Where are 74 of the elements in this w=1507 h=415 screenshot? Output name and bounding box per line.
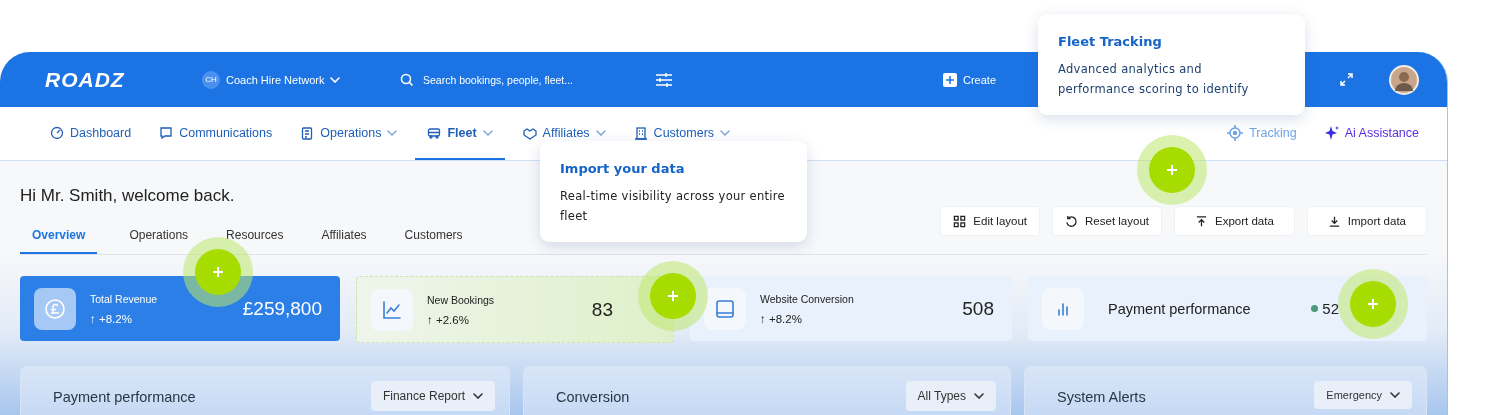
stat-title: Payment performance — [1108, 300, 1251, 317]
stat-change: ↑ +2.6% — [427, 313, 470, 326]
stat-change: ↑ +8.2% — [760, 312, 803, 325]
filter-sliders-icon[interactable] — [655, 71, 673, 88]
filter-dropdown[interactable]: Finance Report — [370, 381, 495, 411]
chevron-down-icon — [720, 129, 731, 136]
layout-action-button[interactable]: Edit layout — [940, 206, 1041, 236]
line-chart-icon — [381, 298, 403, 321]
chevron-down-icon — [330, 76, 341, 83]
nav-tab[interactable]: Operations — [290, 107, 408, 160]
bus-icon — [427, 125, 442, 140]
nav-tab[interactable]: Dashboard — [40, 107, 142, 160]
chevron-down-icon — [473, 393, 483, 399]
welcome-heading: Hi Mr. Smith, welcome back. — [20, 186, 235, 206]
nav-tab[interactable]: Affiliates — [512, 107, 616, 160]
plus-icon — [1166, 164, 1178, 176]
stat-change: ↑ +8.2% — [90, 312, 133, 325]
layout-action-button[interactable]: Reset layout — [1052, 206, 1162, 236]
tooltip-title: Fleet Tracking — [1058, 34, 1163, 49]
nav-tab[interactable]: Customers — [623, 107, 741, 160]
nav-tab[interactable]: Fleet — [415, 107, 505, 160]
expand-icon[interactable] — [1340, 73, 1353, 86]
filter-dropdown[interactable]: Emergency — [1314, 381, 1412, 409]
workspace-avatar: CH — [202, 70, 220, 89]
clipboard-icon — [300, 125, 315, 140]
filter-dropdown[interactable]: All Types — [905, 381, 996, 411]
search-icon — [400, 72, 414, 87]
section-tab[interactable]: Overview — [20, 222, 98, 254]
chevron-down-icon — [595, 129, 606, 136]
tooltip-text: Real-time visibility across your entire fleet — [560, 188, 786, 225]
sparkle-icon — [1324, 125, 1339, 140]
plus-icon — [1367, 298, 1379, 310]
chevron-down-icon — [1390, 392, 1400, 398]
section-tab[interactable]: Affiliates — [309, 222, 379, 254]
user-avatar[interactable] — [1389, 64, 1419, 95]
building-icon — [633, 125, 648, 140]
grid-icon — [953, 214, 967, 228]
section-tab[interactable]: Customers — [392, 222, 475, 254]
layout-action-button[interactable]: Import data — [1306, 206, 1427, 236]
panel-title: Payment performance — [53, 389, 196, 405]
plus-square-icon — [943, 72, 957, 87]
chevron-down-icon — [974, 393, 984, 399]
tooltip-text: Advanced analytics and performance scoring to identify — [1058, 61, 1250, 98]
download-icon — [1327, 214, 1341, 228]
section-tab[interactable]: Operations — [117, 222, 201, 254]
stat-title: Total Revenue — [90, 292, 158, 305]
crosshair-icon — [1227, 124, 1244, 141]
plus-icon — [212, 266, 224, 278]
layout-action-button[interactable]: Export data — [1174, 206, 1295, 236]
chevron-down-icon — [387, 129, 398, 136]
stat-value: 83 — [591, 298, 614, 321]
chat-icon — [159, 125, 174, 140]
search-field[interactable]: Search bookings, people, fleet... — [423, 73, 573, 86]
logo[interactable]: ROADZ — [45, 67, 202, 92]
plus-icon — [667, 290, 679, 302]
pound-icon — [44, 297, 66, 320]
workspace-name[interactable]: Coach Hire Network — [226, 73, 325, 86]
ai-assistance-link[interactable]: Ai Assistance — [1314, 107, 1429, 160]
panel-title: System Alerts — [1057, 389, 1146, 405]
reset-icon — [1065, 214, 1079, 228]
stat-value: £259,800 — [242, 297, 323, 320]
dashboard-icon — [50, 125, 64, 140]
tooltip-title: Import your data — [560, 161, 686, 176]
panel-title: Conversion — [556, 389, 630, 405]
stat-value: 52 — [1322, 300, 1339, 317]
stat-title: Website Conversion — [760, 292, 854, 305]
nav-tab[interactable]: Communications — [149, 107, 283, 160]
stat-title: New Bookings — [427, 293, 495, 306]
stat-value: 508 — [962, 297, 995, 320]
upload-icon — [1195, 214, 1208, 228]
create-button[interactable]: Create — [943, 72, 997, 87]
section-tab[interactable]: Resources — [214, 222, 296, 254]
tablet-icon — [714, 297, 736, 320]
chevron-down-icon — [482, 129, 493, 136]
